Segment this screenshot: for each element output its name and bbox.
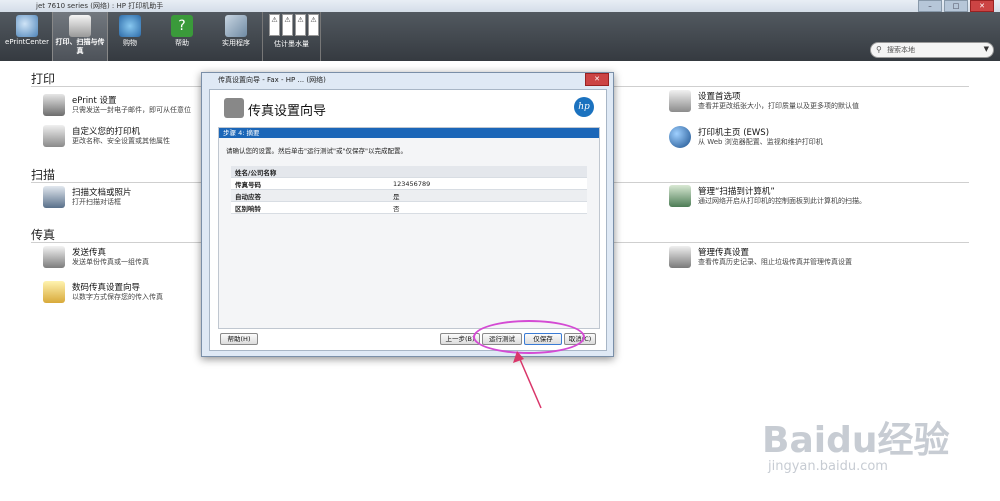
baidu-watermark: Baidu经验 jingyan.baidu.com: [760, 393, 990, 493]
watermark-url: jingyan.baidu.com: [768, 459, 888, 474]
watermark-brand: Baidu经验: [762, 420, 950, 461]
